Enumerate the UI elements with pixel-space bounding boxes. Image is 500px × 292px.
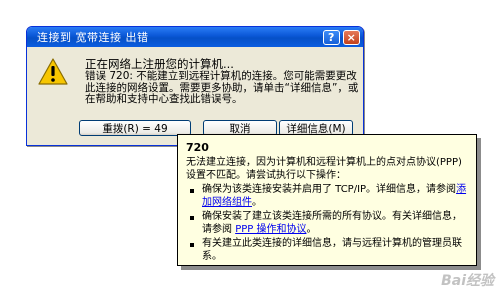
- warning-icon: [38, 58, 68, 85]
- list-item-suffix: 。: [306, 223, 317, 235]
- help-button[interactable]: ?: [323, 29, 340, 45]
- screen: 连接到 宽带连接 出错 ? × 正在网络上注册您的计算机... 错误 720: …: [0, 0, 500, 292]
- error-description: 无法建立连接，因为计算机和远程计算机上的点对点协议(PPP)设置不匹配。请尝试执…: [186, 157, 462, 181]
- error-message: 错误 720: 不能建立到远程计算机的连接。您可能需要更改此连接的网络设置。需要…: [85, 70, 359, 105]
- list-item: 有关建立此类连接的详细信息，请与远程计算机的管理员联系。: [186, 238, 468, 263]
- title-bar[interactable]: 连接到 宽带连接 出错 ? ×: [27, 27, 363, 47]
- list-item: 确保安装了建立该类连接所需的所有协议。有关详细信息，请参阅 PPP 操作和协议。: [186, 211, 468, 236]
- error-code: 720: [186, 141, 209, 154]
- close-button[interactable]: ×: [343, 29, 360, 45]
- suggestion-list: 确保为该类连接安装并启用了 TCP/IP。详细信息，请参阅添加网络组件。 确保安…: [186, 184, 468, 263]
- list-item: 确保为该类连接安装并启用了 TCP/IP。详细信息，请参阅添加网络组件。: [186, 184, 468, 209]
- list-item-suffix: 。: [252, 196, 262, 208]
- dialog-title: 连接到 宽带连接 出错: [37, 31, 149, 44]
- ppp-protocols-link[interactable]: PPP 操作和协议: [235, 224, 306, 235]
- redial-button[interactable]: 重拨(R) = 49: [79, 120, 191, 136]
- help-popup: 720 无法建立连接，因为计算机和远程计算机上的点对点协议(PPP)设置不匹配。…: [177, 134, 477, 266]
- list-item-text: 确保为该类连接安装并启用了 TCP/IP。详细信息，请参阅: [202, 184, 457, 195]
- watermark: Bai经验: [441, 273, 494, 289]
- error-dialog: 连接到 宽带连接 出错 ? × 正在网络上注册您的计算机... 错误 720: …: [26, 26, 364, 146]
- list-item-text: 有关建立此类连接的详细信息，请与远程计算机的管理员联系。: [202, 238, 462, 262]
